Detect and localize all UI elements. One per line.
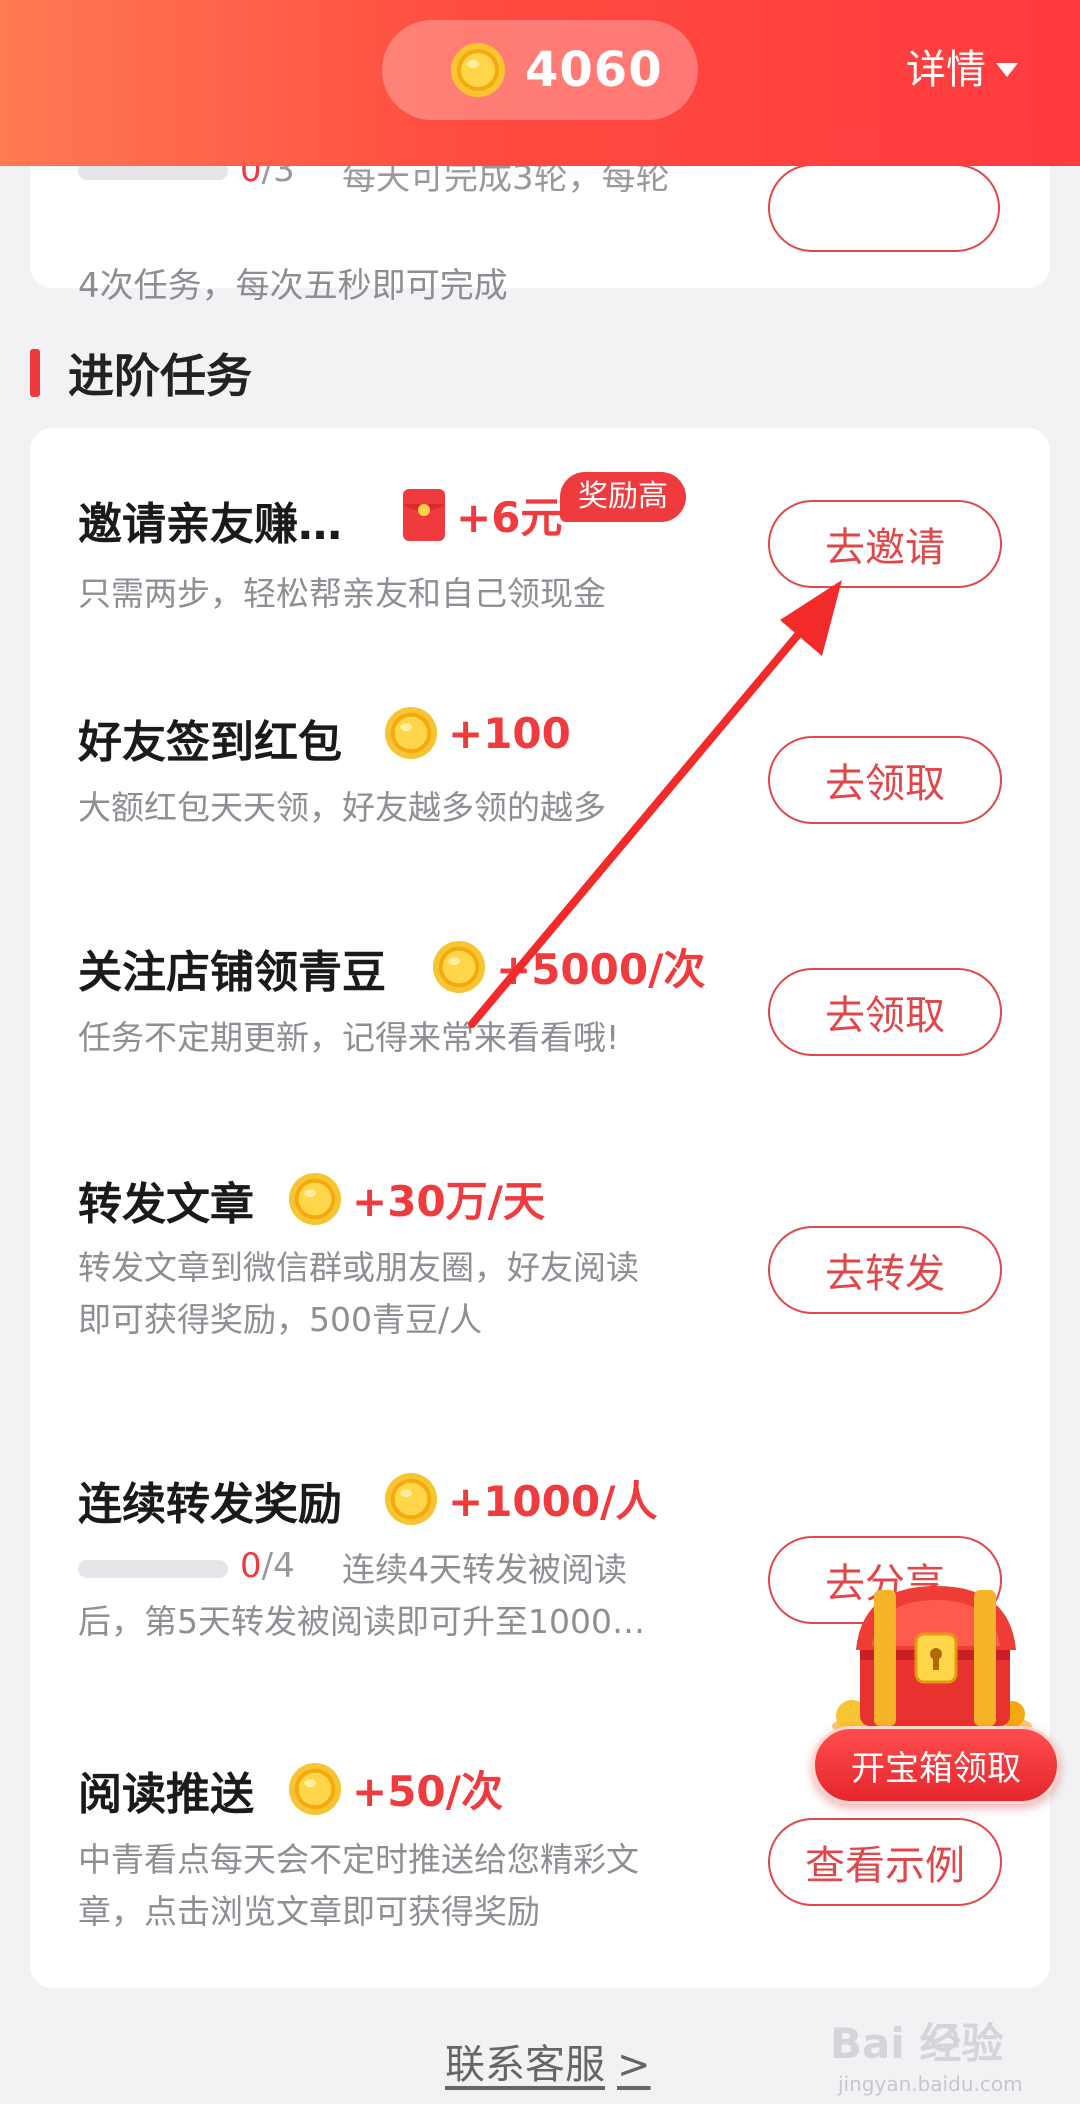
task-description-line2: 章，点击浏览文章即可获得奖励 — [78, 1892, 540, 1931]
task-description: 任务不定期更新，记得来常来看看哦! — [78, 1018, 620, 1057]
contact-support-label: 联系客服 — [445, 2042, 605, 2088]
task-title: 关注店铺领青豆 — [78, 947, 386, 998]
task-reward: +50/次 — [288, 1758, 503, 1819]
task-reward-value: +50/次 — [352, 1767, 503, 1816]
task-reward: +1000/人 — [384, 1468, 657, 1529]
task-description-line2: 后，第5天转发被阅读即可升至1000… — [78, 1602, 645, 1641]
task-reward-value: +100 — [448, 708, 571, 758]
header-bar: 4060 详情 — [0, 0, 1080, 166]
gold-coin-icon — [384, 1472, 438, 1525]
task-item-share-article: 转发文章 +30万/天 转发文章到微信群或朋友圈，好友阅读 即可获得奖励，500… — [30, 1118, 1050, 1368]
section-accent-bar — [30, 349, 40, 397]
view-example-button[interactable]: 查看示例 — [768, 1818, 1002, 1906]
treasure-chest-icon — [832, 1586, 1032, 1742]
task-reward: +5000/次 — [432, 936, 705, 997]
section-header-advanced-tasks: 进阶任务 — [30, 340, 252, 406]
task-description: 大额红包天天领，好友越多领的越多 — [78, 788, 606, 827]
gold-coin-icon — [288, 1172, 342, 1225]
watermark-subtitle: jingyan.baidu.com — [838, 2072, 1023, 2096]
task-description-line2: 即可获得奖励，500青豆/人 — [78, 1300, 483, 1339]
task-reward-value: +5000/次 — [496, 945, 706, 994]
task-description-line1: 转发文章到微信群或朋友圈，好友阅读 — [78, 1248, 639, 1287]
gold-coin-icon — [384, 706, 438, 760]
claim-button[interactable]: 去领取 — [768, 736, 1002, 824]
open-chest-button[interactable]: 开宝箱领取 — [812, 1726, 1060, 1804]
task-description-line1: 中青看点每天会不定时推送给您精彩文 — [78, 1840, 639, 1879]
share-article-button[interactable]: 去转发 — [768, 1226, 1002, 1314]
invite-button[interactable]: 去邀请 — [768, 500, 1002, 588]
caret-down-icon — [996, 63, 1018, 77]
gold-coin-icon — [288, 1762, 342, 1815]
task-title: 连续转发奖励 — [78, 1479, 342, 1530]
task-title: 邀请亲友赚… — [78, 499, 342, 550]
contact-support-link[interactable]: 联系客服 > — [445, 2032, 651, 2090]
coin-balance-pill[interactable]: 4060 — [382, 20, 698, 120]
detail-label: 详情 — [906, 47, 986, 93]
coin-balance: 4060 — [525, 42, 663, 98]
task-reward-value: +30万/天 — [352, 1177, 545, 1226]
task-title: 阅读推送 — [78, 1769, 254, 1820]
claim-button[interactable]: 去领取 — [768, 968, 1002, 1056]
task-reward-value: +6元 — [456, 493, 563, 542]
red-envelope-icon — [403, 488, 445, 541]
watermark-brand: Bai 经验 — [830, 2019, 1003, 2068]
detail-dropdown[interactable]: 详情 — [906, 42, 1018, 98]
task-description-line1: 连续4天转发被阅读 — [342, 1550, 627, 1589]
task-item-follow-store: 关注店铺领青豆 +5000/次 任务不定期更新，记得来常来看看哦! 去领取 — [30, 888, 1050, 1118]
task-title: 转发文章 — [78, 1179, 254, 1230]
progress-bar — [78, 1560, 228, 1578]
task-reward: +6元 — [402, 484, 562, 545]
task-item-invite: 邀请亲友赚… +6元 奖励高 只需两步，轻松帮亲友和自己领现金 去邀请 — [30, 428, 1050, 658]
progress-text: 0/4 — [240, 1546, 295, 1586]
reward-high-badge: 奖励高 — [560, 472, 686, 522]
gold-coin-icon — [432, 940, 486, 993]
section-title: 进阶任务 — [68, 349, 252, 403]
task-action-button[interactable] — [768, 164, 1000, 252]
task-description-line2: 4次任务，每次五秒即可完成 — [78, 266, 508, 306]
task-item-friend-signin: 好友签到红包 +100 大额红包天天领，好友越多领的越多 去领取 — [30, 658, 1050, 888]
task-reward-value: +1000/人 — [448, 1477, 658, 1526]
task-description: 只需两步，轻松帮亲友和自己领现金 — [78, 574, 606, 613]
task-title: 好友签到红包 — [78, 717, 342, 768]
treasure-chest-widget[interactable]: 开宝箱领取 — [812, 1576, 1062, 1806]
task-reward: +30万/天 — [288, 1168, 545, 1229]
chevron-right-icon: > — [617, 2042, 651, 2088]
gold-coin-icon — [451, 43, 505, 97]
task-reward: +100 — [384, 706, 571, 760]
